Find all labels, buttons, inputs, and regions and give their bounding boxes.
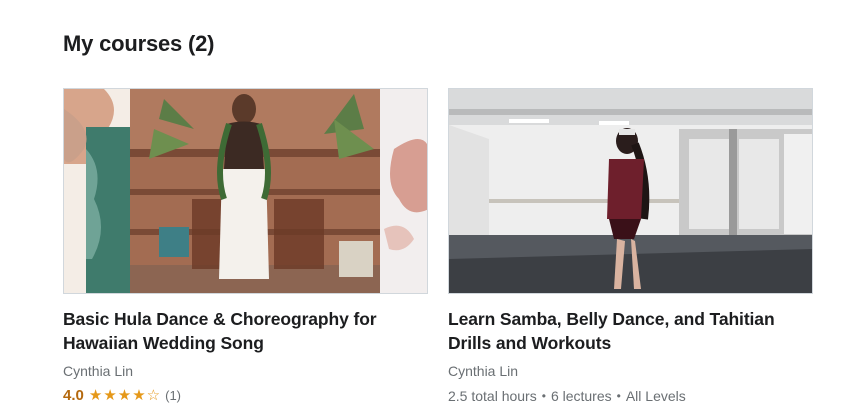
star-icon: ★ bbox=[117, 387, 132, 404]
course-title[interactable]: Learn Samba, Belly Dance, and Tahitian D… bbox=[448, 307, 813, 355]
review-count: (1) bbox=[165, 388, 182, 403]
course-card[interactable]: Basic Hula Dance & Choreography for Hawa… bbox=[63, 88, 428, 405]
star-icon: ★ bbox=[132, 387, 146, 404]
total-hours: 2.5 total hours bbox=[448, 388, 537, 404]
dot-separator: • bbox=[541, 389, 546, 403]
instructor-name: Cynthia Lin bbox=[448, 363, 519, 379]
course-thumbnail[interactable] bbox=[63, 88, 428, 294]
rating-row: 4.0 ★ ★ ★ ★ ☆ (1) bbox=[63, 387, 428, 405]
course-level: All Levels bbox=[625, 388, 686, 404]
course-title[interactable]: Basic Hula Dance & Choreography for Hawa… bbox=[63, 307, 428, 355]
star-icon: ★ bbox=[103, 387, 117, 404]
hula-dancer-image bbox=[64, 89, 427, 293]
course-thumbnail[interactable] bbox=[448, 88, 813, 294]
instructor-name: Cynthia Lin bbox=[63, 363, 134, 379]
page-title: My courses (2) bbox=[63, 31, 215, 56]
star-icon: ★ bbox=[88, 387, 103, 404]
course-card[interactable]: Learn Samba, Belly Dance, and Tahitian D… bbox=[448, 88, 813, 405]
star-outline-icon: ☆ bbox=[146, 387, 161, 404]
rating-value: 4.0 bbox=[63, 387, 84, 404]
star-rating: ★ ★ ★ ★ ☆ bbox=[89, 388, 160, 404]
lecture-count: 6 lectures bbox=[550, 388, 612, 404]
course-details-row: 2.5 total hours • 6 lectures • All Level… bbox=[448, 387, 813, 405]
dot-separator: • bbox=[616, 389, 621, 403]
dance-studio-image bbox=[449, 89, 812, 293]
